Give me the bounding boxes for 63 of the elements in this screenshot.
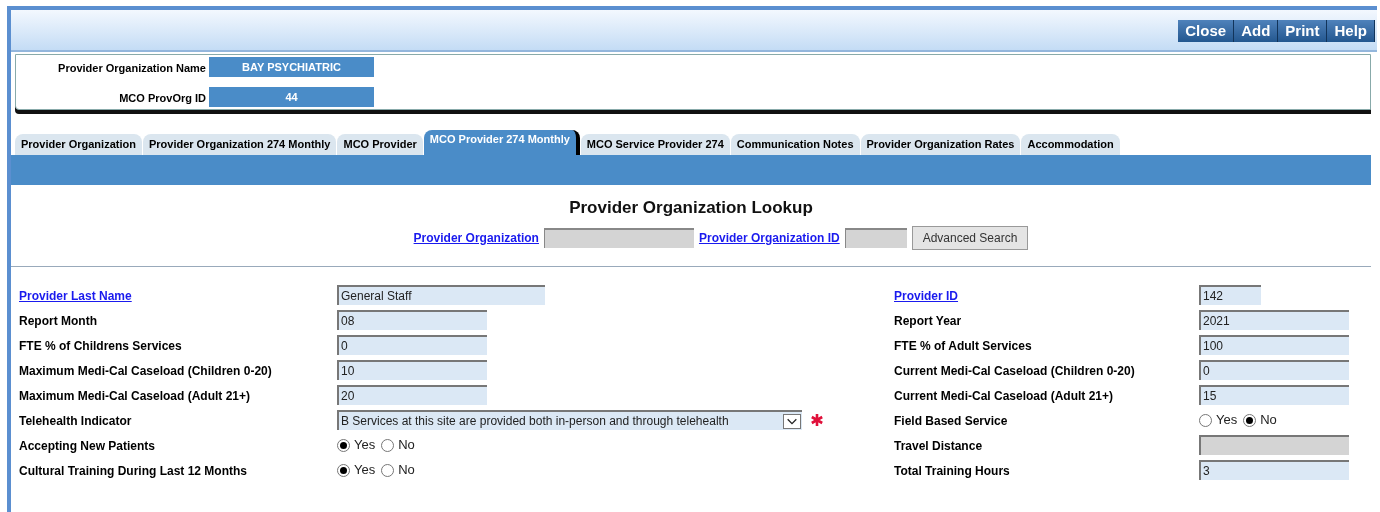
text-field[interactable]: 20: [337, 385, 487, 405]
tab[interactable]: MCO Provider 274 Monthly: [423, 130, 580, 155]
field-label[interactable]: Provider Last Name: [19, 289, 132, 303]
field-label: Maximum Medi-Cal Caseload (Adult 21+): [19, 389, 251, 403]
radio-button[interactable]: [1199, 413, 1212, 427]
lookup-title: Provider Organization Lookup: [569, 197, 813, 219]
field-label: Accepting New Patients: [19, 439, 156, 453]
radio-label: Yes: [1216, 411, 1238, 430]
header-label: MCO ProvOrg ID: [119, 92, 206, 104]
field-label: Travel Distance: [894, 439, 983, 453]
tab[interactable]: MCO Provider: [337, 134, 423, 155]
text-field[interactable]: 08: [337, 310, 487, 330]
toolbar-button[interactable]: Print: [1278, 20, 1328, 42]
radio-label: Yes: [354, 436, 376, 455]
radio-label: No: [398, 461, 415, 480]
field-label: FTE % of Adult Services: [894, 339, 1032, 353]
tab[interactable]: Communication Notes: [730, 134, 860, 155]
field-label: Total Training Hours: [894, 464, 1010, 478]
radio-label: No: [1260, 411, 1277, 430]
radio-button[interactable]: [381, 438, 395, 452]
radio-label: Yes: [354, 461, 376, 480]
lookup-field[interactable]: [543, 227, 694, 248]
radio-label: No: [398, 436, 415, 455]
field-label: FTE % of Childrens Services: [19, 339, 182, 353]
radio-button[interactable]: [381, 463, 395, 477]
tab[interactable]: Provider Organization Rates: [860, 134, 1021, 155]
field-label: Telehealth Indicator: [19, 414, 132, 428]
tab[interactable]: Accommodation: [1021, 134, 1120, 155]
text-field[interactable]: 15: [1199, 385, 1349, 405]
field-label: Current Medi-Cal Caseload (Adult 21+): [894, 389, 1114, 403]
field-label: Maximum Medi-Cal Caseload (Children 0-20): [19, 364, 272, 378]
header-label: Provider Organization Name: [58, 62, 206, 74]
tab[interactable]: MCO Service Provider 274: [580, 134, 730, 155]
toolbar-button[interactable]: Help: [1327, 20, 1375, 42]
header-value: BAY PSYCHIATRIC: [209, 57, 374, 77]
text-field[interactable]: 0: [337, 335, 487, 355]
dropdown-field[interactable]: B Services at this site are provided both in-person and through telehealth: [337, 410, 802, 430]
field-label: Field Based Service: [894, 414, 1008, 428]
text-field[interactable]: 142: [1199, 285, 1261, 305]
field-label: Report Year: [894, 314, 962, 328]
text-field[interactable]: 3: [1199, 460, 1349, 480]
text-field[interactable]: General Staff: [337, 285, 545, 305]
tab[interactable]: Provider Organization 274 Monthly: [142, 134, 337, 155]
text-field[interactable]: 0: [1199, 360, 1349, 380]
lookup-link[interactable]: Provider Organization ID: [698, 228, 840, 247]
lookup-field[interactable]: [844, 227, 907, 248]
radio-button[interactable]: [1243, 413, 1257, 427]
field-label: Report Month: [19, 314, 97, 328]
text-field[interactable]: 100: [1199, 335, 1349, 355]
field-label: Current Medi-Cal Caseload (Children 0-20): [894, 364, 1135, 378]
radio-button[interactable]: [337, 463, 350, 477]
field-label[interactable]: Provider ID: [894, 289, 959, 303]
advanced-search-button[interactable]: Advanced Search: [911, 225, 1029, 250]
tab[interactable]: Provider Organization: [15, 134, 142, 155]
lookup-link[interactable]: Provider Organization: [413, 228, 539, 247]
toolbar-button[interactable]: Add: [1234, 20, 1279, 42]
field-label: Cultural Training During Last 12 Months: [19, 464, 247, 478]
chevron-down-icon[interactable]: [783, 413, 801, 429]
text-field[interactable]: 2021: [1199, 310, 1349, 330]
header-value: 44: [209, 87, 374, 107]
toolbar-button[interactable]: Close: [1178, 20, 1235, 42]
text-field[interactable]: 10: [337, 360, 487, 380]
radio-button[interactable]: [337, 438, 350, 452]
